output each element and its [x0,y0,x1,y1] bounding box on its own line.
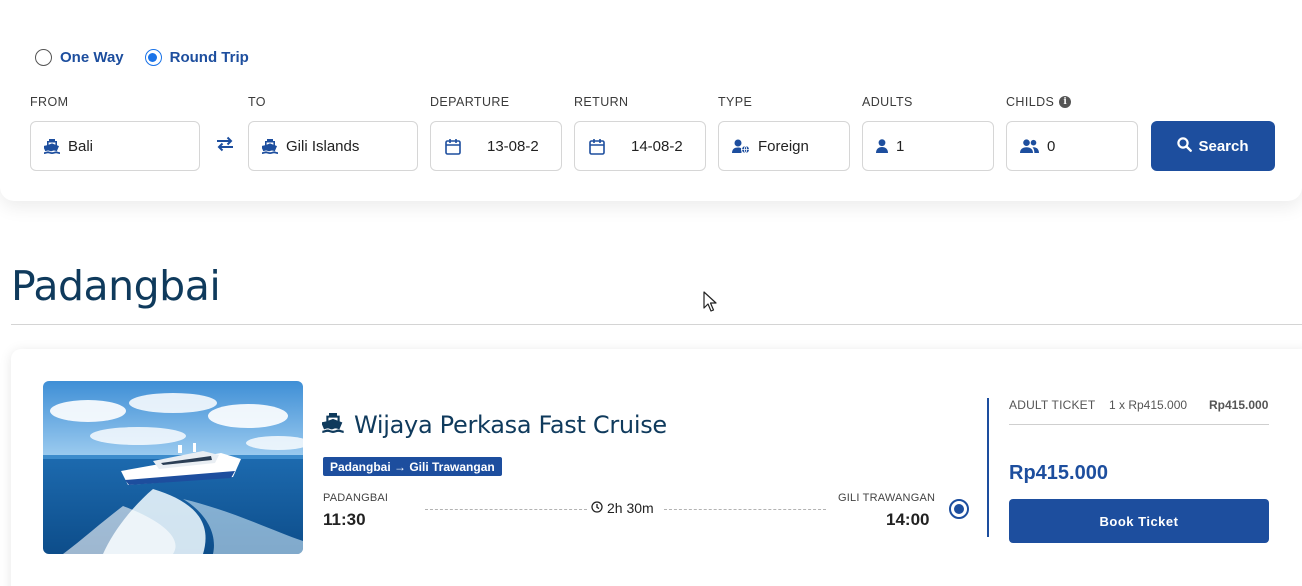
route-badge: Padangbai → Gili Trawangan [323,457,502,476]
departure-port: PADANGBAI [323,492,389,504]
search-button-label: Search [1198,137,1249,155]
search-icon [1177,136,1193,156]
trip-type-round-trip[interactable]: Round Trip [144,49,249,66]
calendar-icon [445,138,461,155]
adults-field[interactable]: 1 [862,121,994,171]
operator-header: Wijaya Perkasa Fast Cruise [321,411,667,439]
mouse-cursor-icon [703,291,717,317]
childs-label-wrap: CHILDS i [1006,95,1072,109]
trip-type-one-way[interactable]: One Way [35,49,124,66]
ship-icon [262,138,278,154]
ticket-type: ADULT TICKET [1009,398,1096,412]
type-label: TYPE [718,95,753,109]
user-globe-icon [732,139,750,154]
calendar-icon [589,138,605,155]
ticket-calc: 1 x Rp415.000 [1109,398,1188,412]
one-way-label: One Way [60,49,124,66]
ship-icon [321,412,344,438]
arrival-time: 14:00 [886,510,930,529]
return-value: 14-08-2 [631,137,683,155]
adults-label: ADULTS [862,95,913,109]
return-label: RETURN [574,95,629,109]
trip-card: Wijaya Perkasa Fast Cruise Padangbai → G… [11,349,1302,586]
type-value: Foreign [758,137,809,155]
total-price: Rp415.000 [1009,462,1108,484]
childs-label: CHILDS [1006,95,1055,109]
to-value: Gili Islands [286,137,360,155]
duration: 2h 30m [591,500,654,516]
ship-icon [44,138,60,154]
price-divider [987,398,989,537]
passenger-type-field[interactable]: Foreign [718,121,850,171]
users-icon [1020,139,1039,153]
port-title: Padangbai [11,262,221,310]
price-rule [1009,424,1269,425]
search-panel: One Way Round Trip FROM TO DEPARTURE RET… [0,0,1302,201]
info-icon[interactable]: i [1059,96,1072,108]
round-trip-label: Round Trip [169,49,249,66]
duration-value: 2h 30m [607,500,654,516]
boat-image [43,381,303,554]
route-line-left [425,509,587,510]
book-ticket-button[interactable]: Book Ticket [1009,499,1269,543]
from-label: FROM [30,95,69,109]
one-way-radio[interactable] [35,49,52,66]
clock-icon [591,500,603,516]
to-label: TO [248,95,266,109]
route-line-right [664,509,826,510]
swap-icon [216,136,234,157]
title-divider [11,324,1302,325]
swap-button[interactable] [213,134,237,158]
trip-select-radio[interactable] [949,499,969,519]
ticket-subtotal: Rp415.000 [1209,398,1269,412]
return-date-field[interactable]: 14-08-2 [574,121,706,171]
search-button[interactable]: Search [1151,121,1275,171]
departure-value: 13-08-2 [487,137,539,155]
from-field[interactable]: Bali [30,121,200,171]
departure-time: 11:30 [323,510,366,529]
adults-value: 1 [896,137,905,155]
departure-date-field[interactable]: 13-08-2 [430,121,562,171]
trip-type-selector: One Way Round Trip [35,49,249,66]
arrival-port: GILI TRAWANGAN [838,492,936,504]
user-icon [876,139,888,153]
to-field[interactable]: Gili Islands [248,121,418,171]
departure-label: DEPARTURE [430,95,510,109]
childs-value: 0 [1047,137,1056,155]
operator-name: Wijaya Perkasa Fast Cruise [354,411,667,439]
from-value: Bali [68,137,94,155]
childs-field[interactable]: 0 [1006,121,1138,171]
round-trip-radio[interactable] [144,49,162,66]
